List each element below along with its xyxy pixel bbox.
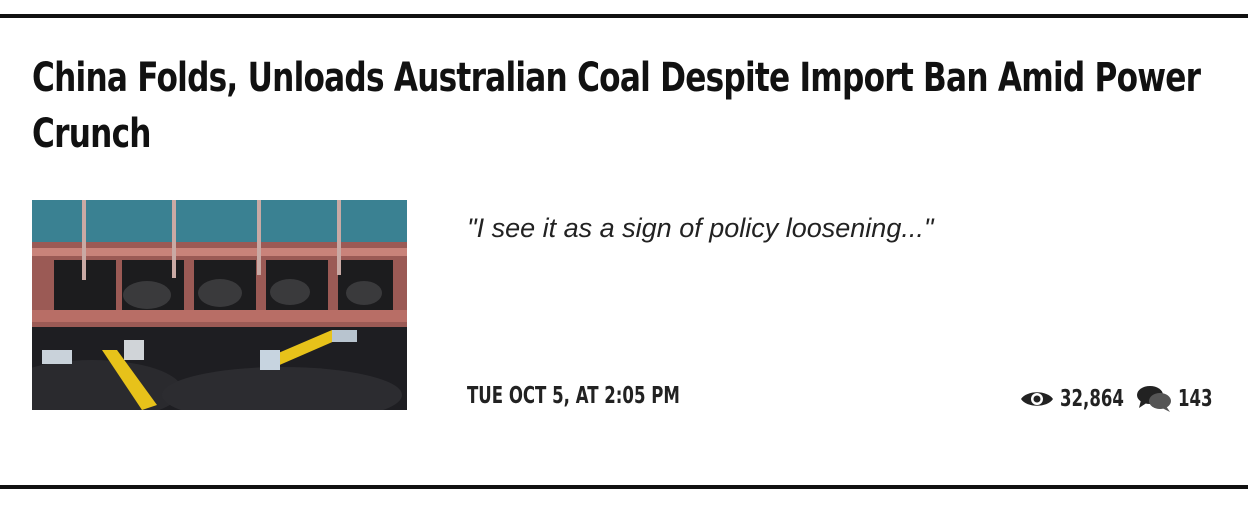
chat-bubbles-icon [1136,385,1172,413]
article-date: TUE OCT 5, AT 2:05 PM [467,383,680,409]
views-value: 32,864 [1060,386,1124,412]
comments-value: 143 [1178,386,1213,412]
article-stats: 32,864 143 [1020,383,1216,415]
article-thumbnail[interactable] [32,200,407,410]
bottom-divider [0,485,1248,489]
comments-count[interactable]: 143 [1136,385,1216,413]
article-headline[interactable]: China Folds, Unloads Australian Coal Des… [32,50,1222,162]
eye-icon [1020,388,1054,410]
top-divider [0,14,1248,18]
views-count: 32,864 [1020,386,1126,412]
article-teaser: "I see it as a sign of policy loosening.… [467,213,934,243]
